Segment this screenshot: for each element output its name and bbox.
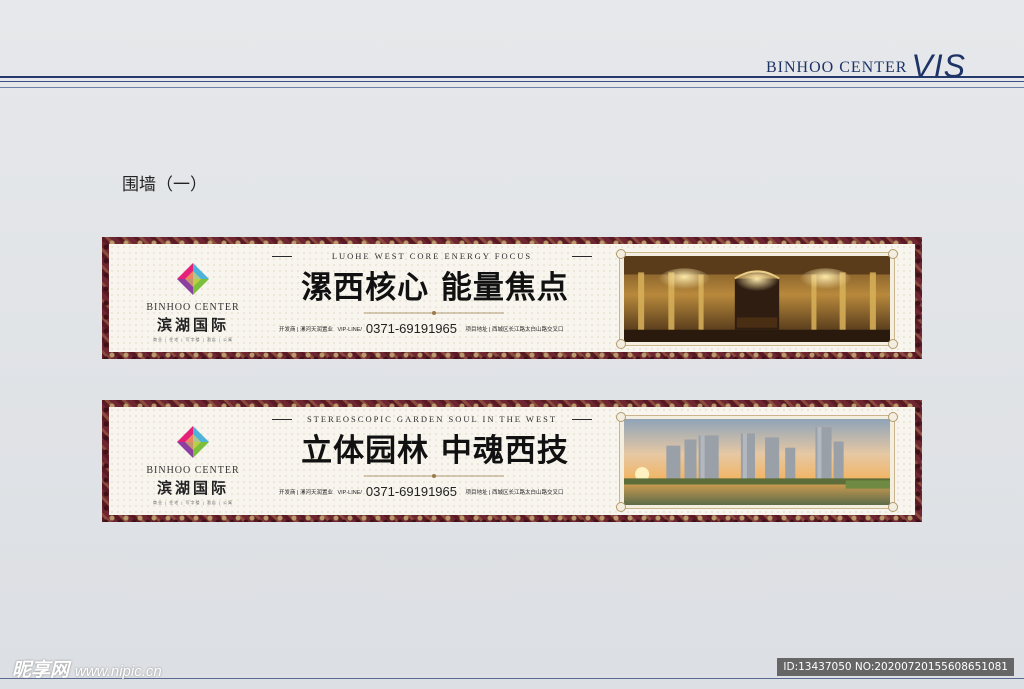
watermark-logo: 昵享网 www.nipic.cn — [12, 655, 162, 682]
headline: 立体园林 中魂西技 — [301, 433, 569, 469]
vip-label: VIP-LINE/ — [337, 490, 362, 496]
banner-panel: BINHOO CENTER 滨湖国际 商业 | 住宅 | 写字楼 | 酒店 | … — [109, 407, 915, 515]
logo-chinese: 滨湖国际 — [156, 316, 229, 334]
vip-label: VIP-LINE/ — [337, 327, 362, 333]
contact-line: 开发商 | 漯河天润置业 VIP-LINE/0371-69191965 项目地址… — [279, 320, 563, 338]
ornament-divider-icon — [364, 311, 504, 315]
frame-corner — [888, 339, 898, 349]
frame-corner — [888, 502, 898, 512]
address-text: 项目地址 | 西城区长江路太白山路交叉口 — [465, 490, 564, 496]
frame-corner — [616, 339, 626, 349]
watermark-id: ID:13437050 NO:20200720155608651081 — [777, 658, 1014, 676]
diamond-logo-icon — [177, 426, 209, 458]
brand-name: BINHOO CENTER — [765, 59, 908, 76]
photo-frame — [616, 412, 898, 512]
logo-english: BINHOO CENTER — [146, 465, 240, 476]
developer-text: 开发商 | 漯河天润置业 — [279, 490, 333, 496]
frame-corner — [888, 249, 898, 259]
contact-line: 开发商 | 漯河天润置业 VIP-LINE/0371-69191965 项目地址… — [279, 483, 563, 501]
logo-subtitle: 商业 | 住宅 | 写字楼 | 酒店 | 公寓 — [152, 337, 234, 342]
vis-label: VIS — [911, 48, 966, 84]
ornament-divider-icon — [364, 474, 504, 478]
logo-subtitle: 商业 | 住宅 | 写字楼 | 酒店 | 公寓 — [152, 500, 234, 505]
logo-chinese: 滨湖国际 — [156, 479, 229, 497]
address-text: 项目地址 | 西城区长江路太白山路交叉口 — [465, 327, 564, 333]
frame-corner — [616, 249, 626, 259]
banner-panel: BINHOO CENTER 滨湖国际 商业 | 住宅 | 写字楼 | 酒店 | … — [109, 244, 915, 352]
header-rule-3 — [0, 87, 1024, 88]
frame-corner — [616, 412, 626, 422]
skyline-image — [624, 419, 890, 505]
watermark-name: 昵享网 — [12, 660, 70, 681]
logo: BINHOO CENTER 滨湖国际 商业 | 住宅 | 写字楼 | 酒店 | … — [143, 262, 243, 343]
headline: 漯西核心 能量焦点 — [301, 270, 569, 306]
palace-interior-image — [624, 256, 890, 342]
wall-banner-1: BINHOO CENTER 滨湖国际 商业 | 住宅 | 写字楼 | 酒店 | … — [102, 237, 922, 359]
english-tagline: LUOHE WEST CORE ENERGY FOCUS — [331, 251, 533, 261]
logo-english: BINHOO CENTER — [146, 302, 240, 313]
wall-banner-2: BINHOO CENTER 滨湖国际 商业 | 住宅 | 写字楼 | 酒店 | … — [102, 400, 922, 522]
frame-corner — [888, 412, 898, 422]
logo: BINHOO CENTER 滨湖国际 商业 | 住宅 | 写字楼 | 酒店 | … — [143, 425, 243, 506]
phone-number: 0371-69191965 — [365, 321, 457, 336]
english-tagline: STEREOSCOPIC GARDEN SOUL IN THE WEST — [306, 414, 558, 424]
watermark-url: www.nipic.cn — [75, 663, 162, 680]
photo-frame — [616, 249, 898, 349]
developer-text: 开发商 | 漯河天润置业 — [279, 327, 333, 333]
frame-corner — [616, 502, 626, 512]
phone-number: 0371-69191965 — [365, 484, 457, 499]
header-brand: BINHOO CENTER VIS — [766, 48, 966, 85]
diamond-logo-icon — [177, 263, 209, 295]
section-title: 围墙（一） — [122, 175, 207, 194]
